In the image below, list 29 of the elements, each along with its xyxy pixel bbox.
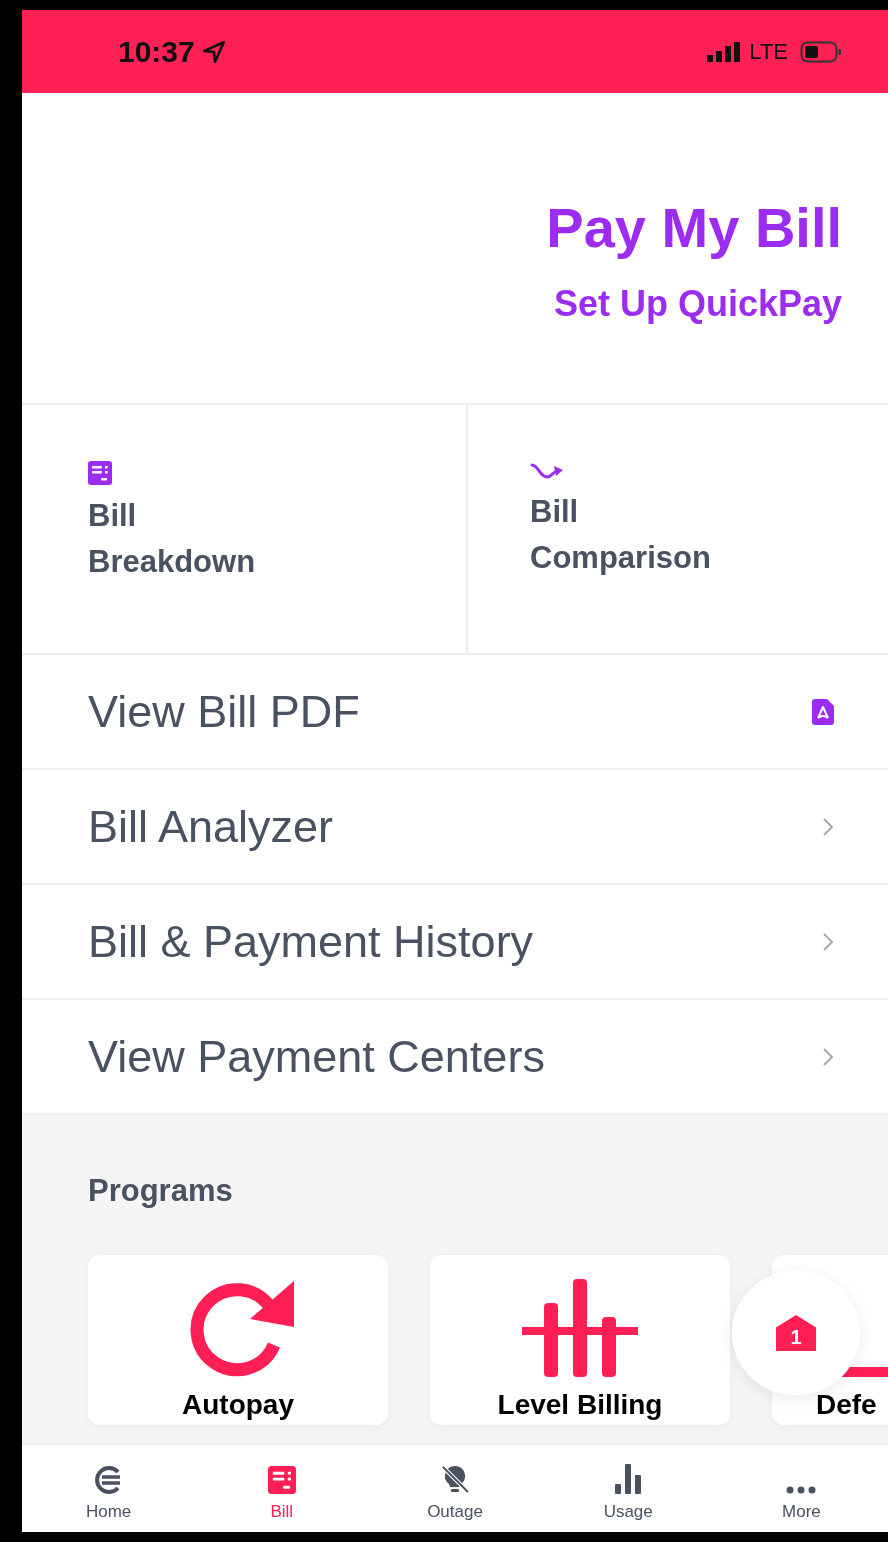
pdf-icon [812, 698, 834, 725]
sliders-icon [522, 1279, 638, 1377]
menu-row[interactable]: Bill Analyzer [22, 770, 888, 885]
program-card[interactable]: Level Billing [430, 1255, 730, 1425]
chevron-icon [822, 931, 834, 952]
quickpay-link[interactable]: Set Up QuickPay [553, 283, 842, 325]
tile-button[interactable]: Bill Comparison [466, 405, 888, 653]
card-title: Level Billing [497, 1389, 663, 1421]
card-title: Autopay [182, 1389, 294, 1421]
network-label: LTE [749, 38, 788, 65]
wave-arrow-icon [530, 461, 564, 481]
house-icon: 1 [776, 1315, 816, 1351]
chevron-icon [822, 1046, 834, 1067]
tile-button[interactable]: Bill Breakdown [22, 405, 466, 653]
section-title: Programs [88, 1173, 234, 1209]
program-card[interactable]: Autopay [88, 1255, 388, 1425]
location-arrow-icon [200, 38, 227, 65]
bill-icon [267, 1466, 296, 1494]
page-title: Pay My Bill [546, 195, 842, 261]
menu-row[interactable]: Bill & Payment History [22, 885, 888, 1000]
bulb-off-icon [440, 1464, 470, 1494]
bill-icon [88, 461, 112, 485]
clock-time: 10:37 [118, 34, 195, 69]
menu-row[interactable]: View Bill PDF [22, 655, 888, 770]
bar-chart-icon [615, 1464, 642, 1494]
battery-icon [800, 40, 842, 63]
more-icon [786, 1486, 817, 1494]
chevron-icon [822, 816, 834, 837]
floating-button[interactable]: 1 [732, 1271, 860, 1395]
